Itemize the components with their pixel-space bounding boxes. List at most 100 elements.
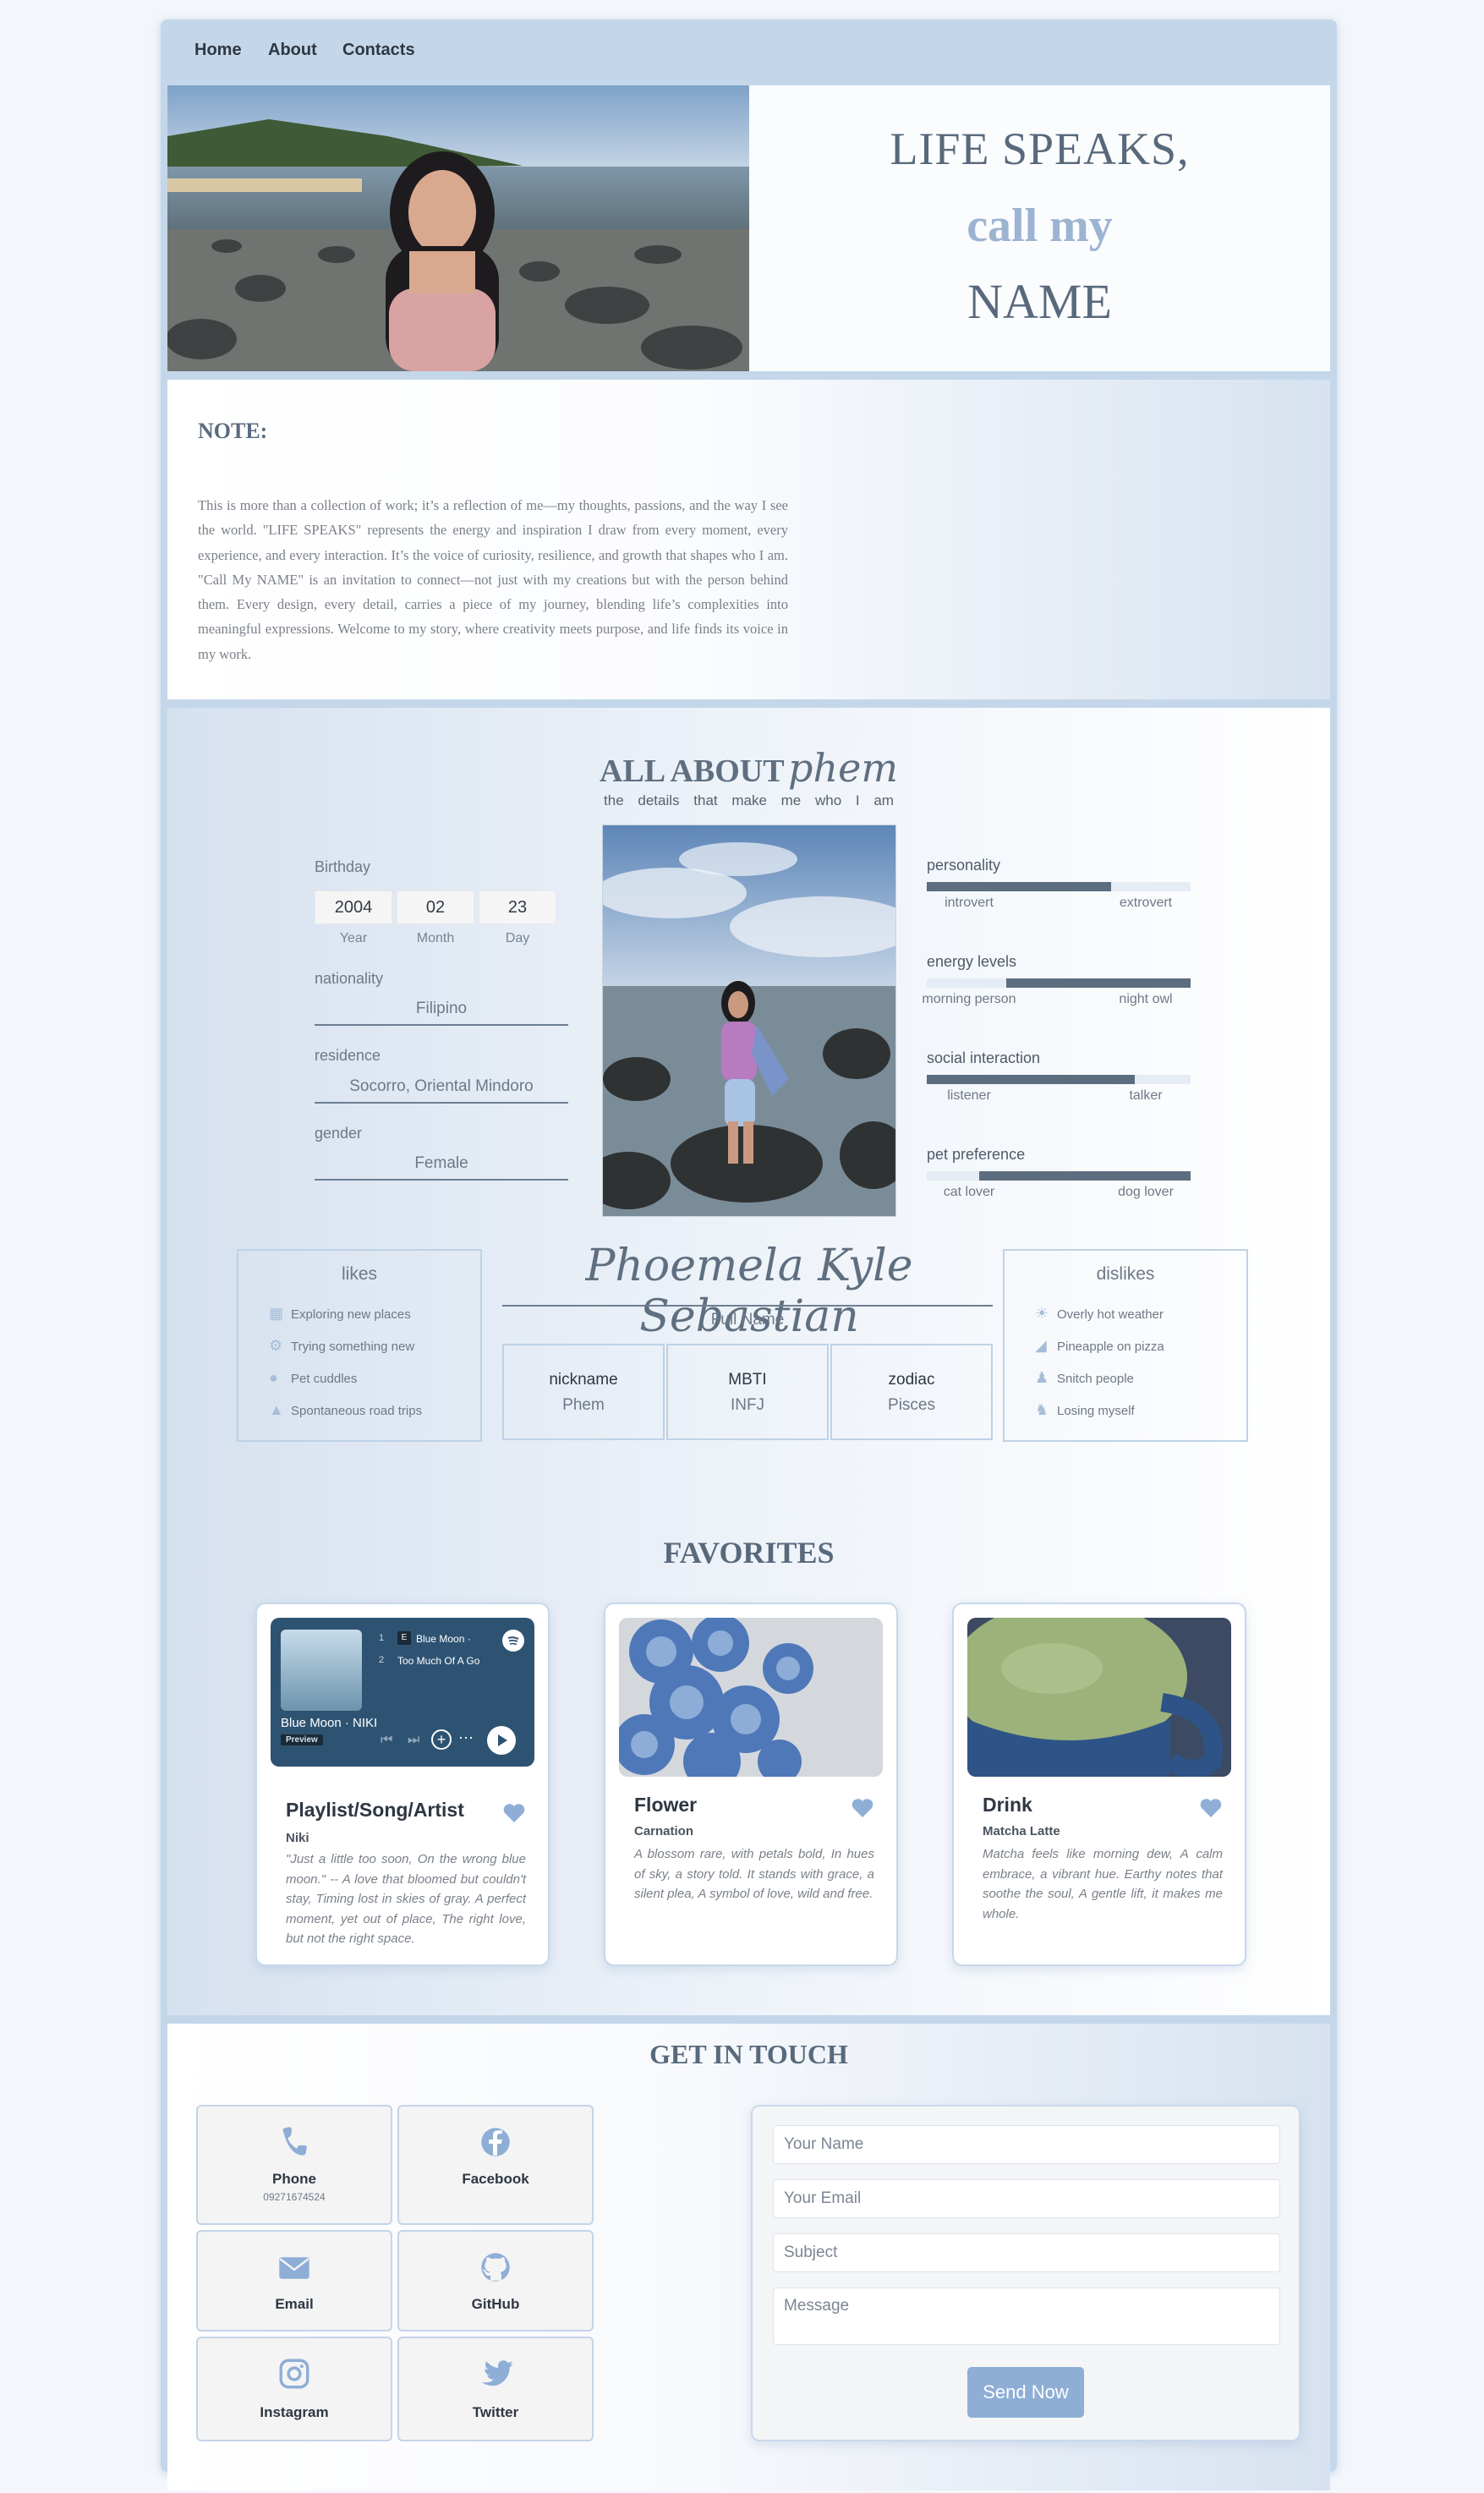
card-title: Flower <box>634 1794 698 1816</box>
name-input[interactable] <box>773 2125 1280 2164</box>
card-text: Matcha feels like morning dew, A calm em… <box>983 1847 1223 1921</box>
nationality-label: nationality <box>315 970 384 987</box>
mbti-value: INFJ <box>730 1396 765 1414</box>
email-input[interactable] <box>773 2179 1280 2218</box>
album-cover <box>281 1630 362 1711</box>
github-button[interactable]: GitHub <box>397 2230 594 2331</box>
heart-icon[interactable] <box>502 1802 526 1824</box>
full-name-label: Full Name <box>710 1311 785 1329</box>
instagram-button[interactable]: Instagram <box>196 2337 392 2441</box>
trait-title: personality <box>927 857 1001 874</box>
trait-slider <box>927 1075 1191 1084</box>
twitter-label: Twitter <box>472 2404 519 2420</box>
trait-left-label: listener <box>947 1088 991 1103</box>
explicit-badge: E <box>397 1631 411 1645</box>
card-text: "Just a little too soon, On the wrong bl… <box>286 1852 526 1946</box>
contact-title: GET IN TOUCH <box>649 2039 848 2069</box>
trait-slider <box>927 978 1191 988</box>
next-icon[interactable]: ⏭ <box>408 1733 419 1748</box>
email-label: Email <box>275 2296 314 2312</box>
trait-title: social interaction <box>927 1049 1041 1066</box>
facebook-icon <box>481 2128 510 2156</box>
likes-box: likes ▦ Exploring new places ⚙ Trying some… <box>237 1249 482 1442</box>
likes-item-label: Pet cuddles <box>291 1372 358 1386</box>
hero-title-line1: LIFE SPEAKS, <box>890 123 1190 174</box>
previous-icon[interactable]: ⏮ <box>381 1733 392 1748</box>
dislikes-item: ☀ Overly hot weather <box>1035 1305 1164 1323</box>
trait-title: energy levels <box>927 953 1017 970</box>
more-icon[interactable]: ⋯ <box>458 1729 474 1747</box>
preview-badge: Preview <box>281 1734 323 1745</box>
likes-item: ▦ Exploring new places <box>269 1305 411 1323</box>
spotify-embed[interactable]: 1 E Blue Moon · 2 Too Much Of A Go Blue … <box>271 1618 534 1777</box>
page-frame: Home About Contacts LIFE SPEAKS, call my… <box>161 19 1337 2490</box>
gender-label: gender <box>315 1125 363 1142</box>
residence-label: residence <box>315 1047 381 1064</box>
nickname-value: Phem <box>562 1396 605 1414</box>
paw-icon: ● <box>269 1369 278 1386</box>
track-number: 2 <box>379 1655 385 1665</box>
heart-icon[interactable] <box>1199 1797 1223 1819</box>
about-photo <box>602 825 896 1217</box>
add-icon[interactable]: + <box>431 1729 452 1750</box>
twitter-button[interactable]: Twitter <box>397 2337 594 2441</box>
spotify-player: 1 E Blue Moon · 2 Too Much Of A Go Blue … <box>271 1618 534 1767</box>
top-nav: Home About Contacts <box>161 19 1337 84</box>
instagram-icon <box>279 2359 309 2389</box>
gender-value: Female <box>315 1147 568 1181</box>
dislikes-title: dislikes <box>1096 1264 1155 1284</box>
about-title-script: phem <box>788 745 898 791</box>
contact-form: Send Now <box>751 2105 1301 2441</box>
trait-slider <box>927 882 1191 891</box>
hero-title-line2: call my <box>967 200 1113 252</box>
zodiac-label: zodiac <box>888 1371 935 1389</box>
email-button[interactable]: Email <box>196 2230 392 2331</box>
spotify-icon[interactable] <box>502 1630 524 1652</box>
contact-section: GET IN TOUCH Phone 09271674524 Facebook … <box>167 2024 1330 2490</box>
flower-photo <box>619 1618 883 1777</box>
dislikes-item-label: Losing myself <box>1057 1404 1135 1418</box>
map-icon: ▦ <box>269 1305 284 1322</box>
trait-right-label: talker <box>1129 1088 1163 1103</box>
facebook-button[interactable]: Facebook <box>397 2105 594 2225</box>
dislikes-item: ◢ Pineapple on pizza <box>1035 1337 1164 1355</box>
user-slash-icon: ♞ <box>1035 1401 1049 1418</box>
full-name-underline <box>502 1305 993 1307</box>
heart-icon[interactable] <box>851 1797 874 1819</box>
instagram-label: Instagram <box>260 2404 329 2420</box>
phone-button[interactable]: Phone 09271674524 <box>196 2105 392 2225</box>
hero-title-block: LIFE SPEAKS, call my NAME <box>749 85 1330 371</box>
note-body: This is more than a collection of work; … <box>198 497 788 662</box>
subject-input[interactable] <box>773 2233 1280 2272</box>
dislikes-item: ♟ Snitch people <box>1035 1369 1134 1387</box>
trait-left-label: cat lover <box>943 1185 995 1199</box>
birthday-month-label: Month <box>416 931 455 945</box>
card-text: A blossom rare, with petals bold, In hue… <box>634 1847 874 1901</box>
track-number: 1 <box>379 1633 385 1643</box>
nav-contacts-link[interactable]: Contacts <box>342 41 415 60</box>
track-title[interactable]: Blue Moon · <box>416 1633 471 1645</box>
trait-right-label: night owl <box>1119 992 1173 1006</box>
about-title-main: ALL ABOUT <box>600 753 785 789</box>
hero-photo <box>167 85 749 371</box>
facebook-label: Facebook <box>462 2171 529 2187</box>
likes-item: ▲ Spontaneous road trips <box>269 1401 422 1419</box>
favorite-card-flower: Flower Carnation A blossom rare, with pe… <box>604 1603 898 1966</box>
trait-slider-fill <box>979 1171 1191 1181</box>
message-textarea[interactable] <box>773 2288 1280 2345</box>
trait-title: pet preference <box>927 1146 1026 1163</box>
dislikes-item-label: Overly hot weather <box>1057 1307 1164 1322</box>
trait-left-label: morning person <box>922 992 1016 1006</box>
nav-about-link[interactable]: About <box>268 41 317 60</box>
phone-label: Phone <box>272 2171 316 2187</box>
send-button[interactable]: Send Now <box>967 2367 1084 2418</box>
nickname-box: nickname Phem <box>502 1344 665 1440</box>
card-subtitle: Matcha Latte <box>983 1824 1060 1838</box>
nav-home-link[interactable]: Home <box>194 41 242 60</box>
dislikes-item: ♞ Losing myself <box>1035 1401 1135 1419</box>
now-playing-title: Blue Moon · NIKI <box>281 1716 378 1730</box>
birthday-month-box: 02 <box>397 890 474 924</box>
play-icon[interactable] <box>487 1726 516 1755</box>
track-title[interactable]: Too Much Of A Go <box>397 1655 490 1667</box>
about-title: ALL ABOUT phem <box>167 745 1330 791</box>
